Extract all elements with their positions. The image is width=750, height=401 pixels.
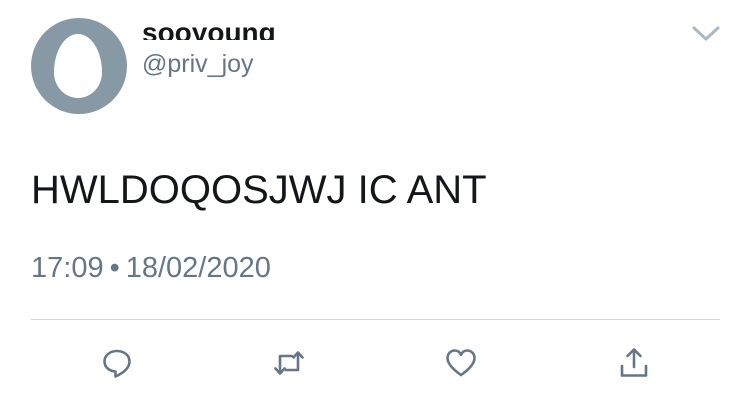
tweet-time: 17:09 bbox=[31, 252, 104, 284]
retweet-icon bbox=[274, 351, 304, 375]
retweet-button[interactable] bbox=[272, 346, 306, 380]
share-icon bbox=[620, 348, 648, 377]
author-handle[interactable]: @priv_joy bbox=[142, 49, 254, 79]
divider bbox=[31, 319, 720, 320]
heart-icon bbox=[446, 349, 476, 377]
chevron-down-icon[interactable] bbox=[690, 22, 722, 46]
tweet-timestamp[interactable]: 17:09 • 18/02/2020 bbox=[31, 251, 271, 285]
tweet-date: 18/02/2020 bbox=[125, 252, 271, 284]
default-egg-avatar-icon bbox=[54, 34, 102, 98]
avatar[interactable] bbox=[31, 18, 127, 114]
reply-button[interactable] bbox=[100, 346, 134, 380]
share-button[interactable] bbox=[617, 346, 651, 380]
tweet-text: HWLDOQOSJWJ IC ANT bbox=[31, 168, 487, 212]
like-button[interactable] bbox=[444, 346, 478, 380]
author-display-name[interactable]: sooyoung bbox=[142, 18, 276, 40]
reply-icon bbox=[103, 349, 131, 378]
timestamp-separator: • bbox=[109, 252, 120, 284]
